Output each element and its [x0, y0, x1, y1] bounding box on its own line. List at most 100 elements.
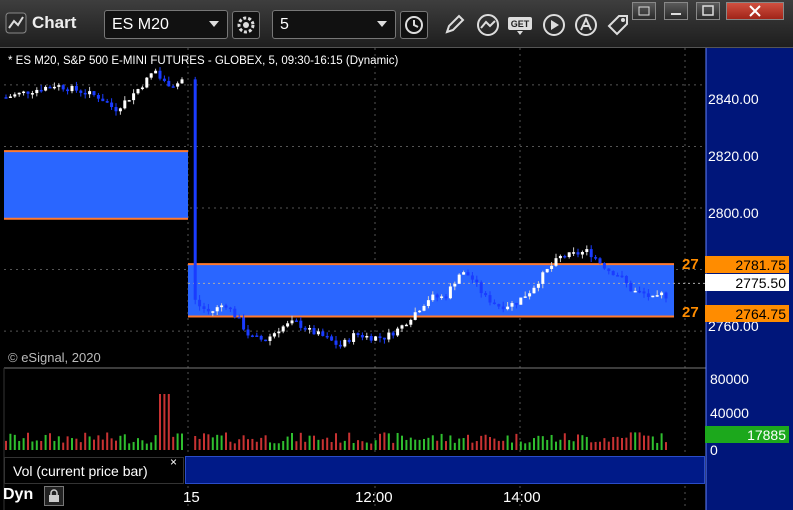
candle-body [303, 327, 307, 330]
candle-body [387, 332, 391, 340]
draw-button[interactable] [440, 11, 468, 39]
candle-body [325, 335, 329, 338]
candle-body [418, 310, 422, 313]
candle-body [44, 86, 48, 91]
restore-button[interactable] [632, 2, 656, 20]
vol-tick-label: 0 [710, 442, 718, 458]
candle-body [343, 339, 347, 347]
alert-button[interactable] [572, 11, 600, 39]
candle-body [30, 93, 34, 95]
candle-body [202, 306, 206, 309]
x-tick-label: 14:00 [503, 489, 541, 506]
candle-body [462, 272, 466, 275]
candle-body [220, 305, 224, 308]
time-button[interactable] [400, 11, 428, 39]
tag-button[interactable] [604, 11, 632, 39]
candle-body [237, 317, 241, 319]
candle-body [35, 89, 39, 94]
candle-body [501, 306, 505, 310]
candle-body [57, 85, 61, 87]
candle-body [74, 86, 78, 91]
candle-body [127, 100, 131, 102]
candle-body [246, 329, 250, 336]
lock-button[interactable] [44, 486, 64, 506]
get-button[interactable]: GET [506, 11, 534, 39]
candle-body [250, 335, 254, 337]
close-icon [749, 5, 761, 17]
candle-body [347, 339, 351, 342]
candle-body [264, 339, 268, 342]
maximize-button[interactable] [696, 2, 720, 20]
dynamic-mode-label[interactable]: Dyn [3, 486, 33, 504]
candle-body [435, 294, 439, 298]
a-icon [575, 14, 597, 36]
candle-body [497, 304, 501, 307]
candle-body [563, 255, 567, 258]
candle-body [272, 333, 276, 337]
study-label[interactable]: Vol (current price bar) [4, 457, 184, 484]
candle-body [255, 335, 259, 337]
candle-body [356, 333, 360, 336]
current-price-tag: 2775.50 [705, 274, 789, 291]
candle-body [514, 303, 518, 305]
candle-body [281, 326, 285, 332]
app-title-text: Chart [32, 13, 77, 32]
candle-body [567, 252, 571, 258]
close-button[interactable] [726, 2, 784, 20]
candle-body [83, 92, 87, 95]
candle-body [268, 336, 272, 341]
candle-body [598, 258, 602, 264]
candle-body [642, 291, 646, 294]
candle-body [369, 335, 373, 341]
candle-body [404, 324, 408, 327]
candle-body [39, 89, 43, 92]
candle-body [488, 295, 492, 303]
candle-body [624, 275, 628, 283]
vol-tick-label: 40000 [710, 405, 749, 421]
symbol-select[interactable]: ES M20 [104, 10, 228, 39]
lower-level-label: 27 [682, 304, 699, 321]
candle-body [554, 258, 558, 266]
candle-body [374, 336, 378, 341]
candle-body [589, 249, 593, 258]
candle-body [66, 89, 70, 92]
interval-select[interactable]: 5 [272, 10, 396, 39]
svg-text:GET: GET [511, 19, 530, 29]
candle-body [545, 268, 549, 273]
candle-body [365, 335, 369, 338]
candle-body [629, 282, 633, 292]
chart-canvas[interactable] [0, 48, 793, 510]
candle-body [176, 83, 180, 87]
play-button[interactable] [540, 11, 568, 39]
candle-body [8, 96, 12, 98]
candle-body [132, 93, 136, 101]
candle-body [576, 252, 580, 255]
candle-body [70, 86, 74, 92]
candle-body [396, 328, 400, 336]
line-draw-icon [477, 14, 499, 36]
candle-body [114, 107, 118, 112]
candle-body [224, 305, 228, 308]
candle-body [242, 317, 246, 330]
candle-body [378, 336, 382, 338]
x-tick-label: 12:00 [355, 489, 393, 506]
upper-price-tag: 2781.75 [705, 256, 789, 273]
minimize-button[interactable] [664, 2, 688, 20]
candle-body [92, 91, 96, 96]
candle-body [532, 287, 536, 294]
zone-rect [188, 264, 674, 317]
candle-body [536, 283, 540, 288]
candle-body [510, 303, 514, 307]
candle-body [611, 271, 615, 276]
candle-body [26, 91, 30, 94]
candle-body [400, 325, 404, 329]
candle-body [453, 283, 457, 287]
pencil-icon [445, 14, 465, 34]
candle-body [413, 312, 417, 320]
candle-body [13, 94, 17, 97]
candle-body [206, 308, 210, 312]
settings-button[interactable] [232, 11, 260, 39]
line-tools-button[interactable] [474, 11, 502, 39]
candle-body [448, 286, 452, 299]
study-close-icon[interactable]: × [170, 455, 177, 469]
